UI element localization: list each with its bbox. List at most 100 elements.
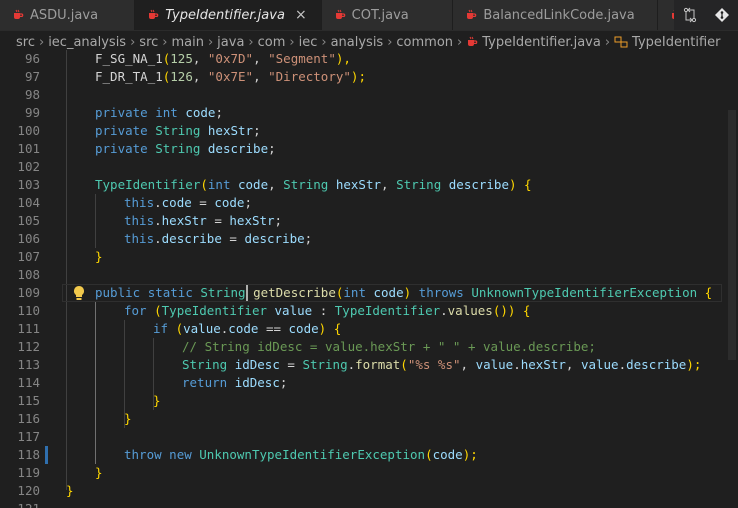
line-number: 119 [17,465,40,480]
code-line[interactable]: 121 [0,500,738,508]
breadcrumb-item[interactable]: common [396,35,453,50]
code-text: private String hexStr; [95,123,261,138]
vertical-scrollbar[interactable] [724,50,738,508]
line-number: 99 [24,105,40,120]
code-text: } [153,393,161,408]
line-number: 115 [17,393,40,408]
breadcrumb-item[interactable]: TypeIdentifier.java [482,35,601,50]
editor-actions [674,0,738,30]
compare-changes-icon[interactable] [682,7,698,23]
code-line[interactable]: 113 String idDesc = String.format("%s %s"… [0,356,738,374]
tab-label: COT.java [351,7,409,23]
line-number: 102 [17,159,40,174]
line-number: 113 [17,357,40,372]
chevron-right-icon: › [289,34,295,50]
code-line[interactable]: 100 private String hexStr; [0,122,738,140]
code-text: public static String getDescribe(int cod… [95,285,713,300]
breadcrumb-item[interactable]: main [171,35,203,50]
breadcrumb-item[interactable]: java [217,35,244,50]
code-line[interactable]: 105 this.hexStr = hexStr; [0,212,738,230]
scroll-thumb[interactable] [728,110,736,360]
breadcrumb-item[interactable]: iec [299,35,318,50]
code-line[interactable]: 104 this.code = code; [0,194,738,212]
line-number: 103 [17,177,40,192]
code-line[interactable]: 118 throw new UnknownTypeIdentifierExcept… [0,446,738,464]
line-number: 120 [17,483,40,498]
breadcrumb-item[interactable]: iec_analysis [48,35,126,50]
line-number: 98 [24,87,40,102]
code-text: return idDesc; [182,375,288,390]
code-line[interactable]: 103 TypeIdentifier(int code, String hexSt… [0,176,738,194]
code-line[interactable]: 115} [0,392,738,410]
line-number: 101 [17,141,40,156]
code-line[interactable]: 108 [0,266,738,284]
line-number: 96 [24,51,40,66]
tab-asdu[interactable]: ASDU.java [0,0,136,30]
line-number: 97 [24,69,40,84]
code-line[interactable]: 96 F_SG_NA_1(125, "0x7D", "Segment"), [0,50,738,68]
breadcrumb-item[interactable]: com [258,35,286,50]
code-text: for (TypeIdentifier value : TypeIdentifi… [124,303,531,318]
code-line[interactable]: 106 this.describe = describe; [0,230,738,248]
code-text: } [124,411,132,426]
line-number: 105 [17,213,40,228]
code-text: private int code; [95,105,223,120]
code-line[interactable]: 110 for (TypeIdentifier value : TypeIdent… [0,302,738,320]
code-text: } [66,483,74,498]
breadcrumb-item[interactable]: analysis [331,35,384,50]
code-line[interactable]: 107} [0,248,738,266]
editor-tab-bar: ASDU.java TypeIdentifier.java × COT.java… [0,0,738,31]
line-number: 116 [17,411,40,426]
line-number: 114 [17,375,40,390]
code-line[interactable]: 97 F_DR_TA_1(126, "0x7E", "Directory"); [0,68,738,86]
line-number: 107 [17,249,40,264]
close-icon[interactable]: × [295,7,307,23]
breadcrumb-item[interactable]: src [16,35,35,50]
code-line[interactable]: 114 return idDesc; [0,374,738,392]
line-number: 109 [17,285,40,300]
java-file-icon [468,36,478,46]
tab-balancedlinkcode[interactable]: BalancedLinkCode.java [453,0,658,30]
code-line[interactable]: 119} [0,464,738,482]
chevron-right-icon: › [207,34,214,50]
code-text: throw new UnknownTypeIdentifierException… [124,447,478,462]
breadcrumb-item[interactable]: TypeIdentifier [632,35,720,50]
code-line[interactable]: 99 private int code; [0,104,738,122]
code-text: if (value.code == code) { [153,321,342,336]
code-text: // String idDesc = value.hexStr + " " + … [182,339,596,354]
code-text: this.code = code; [124,195,252,210]
chevron-right-icon: › [248,34,254,50]
code-text: String idDesc = String.format("%s %s", v… [182,357,702,372]
code-line[interactable]: 120} [0,482,738,500]
code-line[interactable]: 111 if (value.code == code) { [0,320,738,338]
chevron-right-icon: › [387,34,393,50]
line-number: 110 [17,303,40,318]
breadcrumb-item[interactable]: src [139,35,158,50]
code-line[interactable]: 117 [0,428,738,446]
code-editor[interactable]: 96 F_SG_NA_1(125, "0x7D", "Segment"), 97 F_… [0,50,738,508]
code-line[interactable]: 116} [0,410,738,428]
tab-label: TypeIdentifier.java [165,7,285,23]
java-file-icon [14,9,24,19]
chevron-right-icon: › [457,34,463,50]
git-icon[interactable] [714,7,730,23]
line-number: 106 [17,231,40,246]
java-file-icon [467,9,477,19]
code-line[interactable]: 109 public static String getDescribe(int … [0,284,738,302]
tab-typeidentifier[interactable]: TypeIdentifier.java × [135,0,322,30]
code-text: TypeIdentifier(int code, String hexStr, … [95,177,532,192]
line-number: 121 [0,500,40,508]
chevron-right-icon: › [162,34,168,50]
line-number: 100 [17,123,40,138]
chevron-right-icon: › [38,34,45,50]
line-number: 118 [17,447,40,462]
code-line[interactable]: 102 [0,158,738,176]
code-line[interactable]: 112 // String idDesc = value.hexStr + " "… [0,338,738,356]
code-line[interactable]: 101 private String describe; [0,140,738,158]
tab-label: ASDU.java [30,7,99,23]
code-line[interactable]: 98 [0,86,738,104]
code-text: } [95,249,103,264]
code-text: F_DR_TA_1(126, "0x7E", "Directory"); [95,69,366,84]
tab-cot[interactable]: COT.java [321,0,454,30]
line-number: 104 [17,195,40,210]
